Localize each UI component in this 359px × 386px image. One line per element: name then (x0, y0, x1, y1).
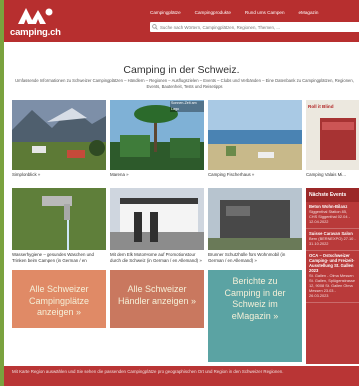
map-hint-band: Mit Karte Region auswählen und Sie sehen… (4, 366, 359, 386)
tile-all-dealers[interactable]: Alle Schweizer Händler anzeigen » (110, 270, 204, 328)
site-header: camping.ch Campingplätze Campingprodukte… (4, 0, 359, 42)
card-caption: Camping Fischerhaus » (208, 172, 255, 177)
card-fischerhaus[interactable]: Camping Fischerhaus » (208, 100, 302, 180)
event-item[interactable]: OCA – Ostschweizer Camping- und Freizeit… (306, 251, 359, 303)
card-simplonblick[interactable]: Simplonblick » (12, 100, 106, 180)
tile-label: Alle Schweizer Händler anzeigen » (117, 284, 197, 306)
main-nav: Campingplätze Campingprodukte Rund ums C… (150, 10, 318, 15)
search-icon[interactable] (150, 22, 160, 32)
card-elk-promotour[interactable]: Mit dem Elk MotorHome auf Promotionstour… (110, 188, 204, 270)
event-details: Bern (BERNEXPO) 27.10 - 31.10.2022 (309, 236, 356, 246)
event-title: OCA – Ostschweizer Camping- und Freizeit… (309, 253, 355, 273)
search-input[interactable] (160, 24, 350, 30)
map-hint-text: Mit Karte Region auswählen und Sie sehen… (12, 369, 284, 374)
article-photo (12, 188, 106, 250)
site-logo[interactable]: camping.ch (10, 3, 62, 39)
nav-rund-ums-campen[interactable]: Rund ums Campen (245, 10, 285, 15)
events-panel: Nächste Events Beton Wohn-Bilanz Siggent… (306, 188, 359, 364)
event-details: St. Gallen - Olma Messen St. Gallen, Spl… (309, 273, 356, 298)
campsite-photo (12, 100, 106, 170)
nav-emagazin[interactable]: eMagazin (299, 10, 319, 15)
card-caption: Brunner Schutzhülle fürs Wohnmobil (in G… (208, 252, 286, 263)
card-caption: Marena » (110, 172, 129, 177)
page-subtitle: Umfassende Informationen zu Schweizer Ca… (15, 78, 354, 90)
tile-label: Alle Schweizer Campingplätze anzeigen » (28, 284, 90, 317)
event-details: Siggenthal Station 85, CHS Siggenthal 02… (309, 209, 350, 224)
card-wasserhygiene[interactable]: Wasserhygiene – gesundes Waschen und Tri… (12, 188, 106, 270)
card-valais[interactable]: Roll it Blind Camping Valais Mi... (306, 100, 359, 180)
card-brunner[interactable]: Brunner Schutzhülle fürs Wohnmobil (in G… (208, 188, 302, 270)
ad-banner (306, 100, 359, 170)
ad-badge: Roll it Blind (308, 104, 334, 109)
tile-all-campsites[interactable]: Alle Schweizer Campingplätze anzeigen » (12, 270, 106, 328)
card-caption: Simplonblick » (12, 172, 41, 177)
card-caption: Mit dem Elk MotorHome auf Promotionstour… (110, 252, 202, 263)
search-bar (150, 22, 359, 32)
nav-campingplaetze[interactable]: Campingplätze (150, 10, 181, 15)
campsite-photo (208, 100, 302, 170)
card-marena[interactable]: Sonnen-Zelt am Lago Marena » (110, 100, 204, 180)
card-caption: Camping Valais Mi... (306, 172, 346, 177)
event-item[interactable]: Suisse Caravan Salon Bern (BERNEXPO) 27.… (306, 229, 359, 251)
page-content: Camping in der Schweiz. Umfassende Infor… (4, 42, 359, 374)
article-photo (110, 188, 204, 250)
logo-tent-icon (18, 8, 53, 24)
event-item[interactable]: Beton Wohn-Bilanz Siggenthal Station 85,… (306, 202, 359, 229)
tile-label: Berichte zu Camping in der Schweiz im eM… (224, 276, 286, 321)
article-photo (208, 188, 302, 250)
tile-emagazin-reports[interactable]: Berichte zu Camping in der Schweiz im eM… (208, 270, 302, 362)
photo-badge: Sonnen-Zelt am Lago (170, 101, 204, 113)
card-caption: Wasserhygiene – gesundes Waschen und Tri… (12, 252, 94, 263)
logo-text: camping.ch (10, 27, 61, 38)
nav-campingprodukte[interactable]: Campingprodukte (195, 10, 231, 15)
events-heading: Nächste Events (306, 188, 359, 202)
page-title: Camping in der Schweiz. (123, 64, 240, 76)
